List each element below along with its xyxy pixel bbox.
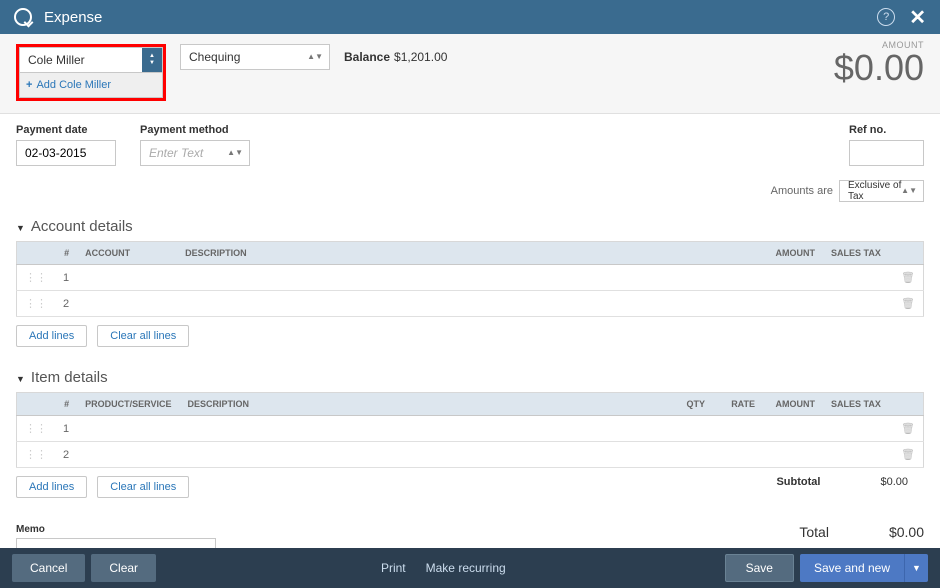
total-row: Total $0.00 <box>799 524 924 540</box>
footer-bar: Cancel Clear Print Make recurring Save S… <box>0 548 940 588</box>
table-row[interactable]: ⋮⋮1🗑 <box>17 416 924 442</box>
table-row[interactable]: ⋮⋮2🗑 <box>17 291 924 317</box>
account-details-table: # ACCOUNT DESCRIPTION AMOUNT SALES TAX ⋮… <box>16 241 924 317</box>
memo-label: Memo <box>16 524 924 535</box>
account-details-heading[interactable]: Account details <box>0 204 940 241</box>
drag-handle-icon[interactable]: ⋮⋮ <box>17 265 56 291</box>
item-details-heading[interactable]: Item details <box>0 355 940 392</box>
balance-label: Balance <box>344 50 390 64</box>
amount-display: AMOUNT $0.00 <box>834 40 924 86</box>
chevron-updown-icon[interactable] <box>142 48 162 72</box>
refno-input[interactable] <box>849 140 924 166</box>
col-amount: AMOUNT <box>763 242 823 265</box>
page-title: Expense <box>44 9 877 26</box>
subtotal-row: Subtotal $0.00 <box>760 476 924 498</box>
account-value: Chequing <box>189 50 240 64</box>
col-idx: # <box>55 393 77 416</box>
clear-all-lines-button[interactable]: Clear all lines <box>97 325 189 347</box>
tax-select[interactable]: Exclusive of Tax ▲▼ <box>839 180 924 202</box>
payment-date-label: Payment date <box>16 124 116 136</box>
account-from-select[interactable]: Chequing ▲▼ <box>180 44 330 70</box>
close-icon[interactable]: ✕ <box>909 5 926 30</box>
help-icon[interactable]: ? <box>877 8 895 26</box>
top-section: Cole Miller + Add Cole Miller Chequing ▲… <box>0 34 940 114</box>
payee-add-option[interactable]: + Add Cole Miller <box>19 73 163 98</box>
chevron-updown-icon: ▲▼ <box>227 150 243 156</box>
col-product: PRODUCT/SERVICE <box>77 393 179 416</box>
drag-handle-icon[interactable]: ⋮⋮ <box>17 442 56 468</box>
drag-handle-icon[interactable]: ⋮⋮ <box>17 291 56 317</box>
col-description: DESCRIPTION <box>179 393 673 416</box>
fields-row: Payment date Payment method Enter Text ▲… <box>0 114 940 166</box>
print-button[interactable]: Print <box>381 561 406 575</box>
balance-value: $1,201.00 <box>394 50 447 64</box>
total-label: Total <box>799 524 829 540</box>
col-qty: QTY <box>673 393 713 416</box>
save-and-new-button[interactable]: Save and new <box>800 554 904 582</box>
payee-select[interactable]: Cole Miller <box>19 47 163 73</box>
save-dropdown-button[interactable]: ▼ <box>904 554 928 582</box>
make-recurring-button[interactable]: Make recurring <box>426 561 506 575</box>
plus-icon: + <box>26 79 32 91</box>
item-details-table: # PRODUCT/SERVICE DESCRIPTION QTY RATE A… <box>16 392 924 468</box>
col-salestax: SALES TAX <box>823 393 893 416</box>
trash-icon[interactable]: 🗑 <box>893 416 923 442</box>
subtotal-value: $0.00 <box>880 476 908 498</box>
col-account: ACCOUNT <box>77 242 177 265</box>
header-bar: Expense ? ✕ <box>0 0 940 34</box>
save-button[interactable]: Save <box>725 554 794 582</box>
chevron-updown-icon: ▲▼ <box>307 54 323 60</box>
refno-label: Ref no. <box>849 124 924 136</box>
table-row[interactable]: ⋮⋮1🗑 <box>17 265 924 291</box>
col-idx: # <box>55 242 77 265</box>
clear-button[interactable]: Clear <box>91 554 156 582</box>
clear-all-lines-button[interactable]: Clear all lines <box>97 476 189 498</box>
total-value: $0.00 <box>889 524 924 540</box>
trash-icon[interactable]: 🗑 <box>893 291 923 317</box>
payee-combobox: Cole Miller + Add Cole Miller <box>16 44 166 101</box>
amount-value: $0.00 <box>834 50 924 86</box>
col-salestax: SALES TAX <box>823 242 893 265</box>
payee-value: Cole Miller <box>20 53 142 67</box>
col-rate: RATE <box>713 393 763 416</box>
drag-handle-icon[interactable]: ⋮⋮ <box>17 416 56 442</box>
history-icon[interactable] <box>14 8 32 26</box>
payment-method-select[interactable]: Enter Text ▲▼ <box>140 140 250 166</box>
table-row[interactable]: ⋮⋮2🗑 <box>17 442 924 468</box>
add-lines-button[interactable]: Add lines <box>16 476 87 498</box>
payment-method-label: Payment method <box>140 124 250 136</box>
col-amount: AMOUNT <box>763 393 823 416</box>
trash-icon[interactable]: 🗑 <box>893 442 923 468</box>
subtotal-label: Subtotal <box>776 476 820 498</box>
tax-label: Amounts are <box>771 185 833 197</box>
col-description: DESCRIPTION <box>177 242 763 265</box>
balance-display: Balance $1,201.00 <box>344 44 447 70</box>
payment-method-placeholder: Enter Text <box>149 146 203 160</box>
cancel-button[interactable]: Cancel <box>12 554 85 582</box>
tax-row: Amounts are Exclusive of Tax ▲▼ <box>0 166 940 204</box>
chevron-updown-icon: ▲▼ <box>901 188 917 194</box>
payment-date-input[interactable] <box>16 140 116 166</box>
payee-add-label: Add Cole Miller <box>36 79 111 91</box>
add-lines-button[interactable]: Add lines <box>16 325 87 347</box>
trash-icon[interactable]: 🗑 <box>893 265 923 291</box>
